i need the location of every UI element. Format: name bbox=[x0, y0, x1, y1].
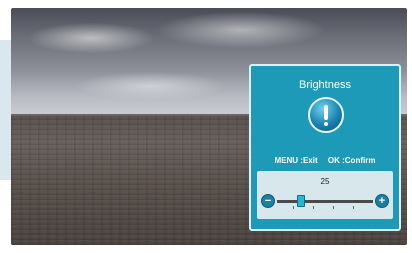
hint-menu-exit: MENU :Exit bbox=[274, 156, 318, 165]
slider-tick bbox=[313, 206, 314, 209]
osd-hints: MENU :Exit OK :Confirm bbox=[251, 156, 399, 165]
brightness-value: 25 bbox=[320, 177, 330, 186]
brightness-osd-panel: Brightness MENU :Exit OK :Confirm 25 − + bbox=[249, 64, 401, 231]
slider-tick bbox=[293, 206, 294, 209]
brightness-slider-box: 25 − + bbox=[257, 171, 393, 219]
info-icon bbox=[308, 97, 344, 133]
slider-tick bbox=[353, 206, 354, 209]
info-icon-bar bbox=[324, 105, 328, 120]
osd-title: Brightness bbox=[299, 79, 351, 91]
increase-button[interactable]: + bbox=[375, 194, 389, 208]
slider-tick bbox=[333, 206, 334, 209]
info-icon-dot bbox=[324, 122, 328, 126]
brightness-slider-track[interactable] bbox=[277, 200, 373, 203]
brightness-slider-thumb[interactable] bbox=[297, 195, 305, 207]
decrease-button[interactable]: − bbox=[261, 194, 275, 208]
hint-ok-confirm: OK :Confirm bbox=[327, 156, 376, 165]
